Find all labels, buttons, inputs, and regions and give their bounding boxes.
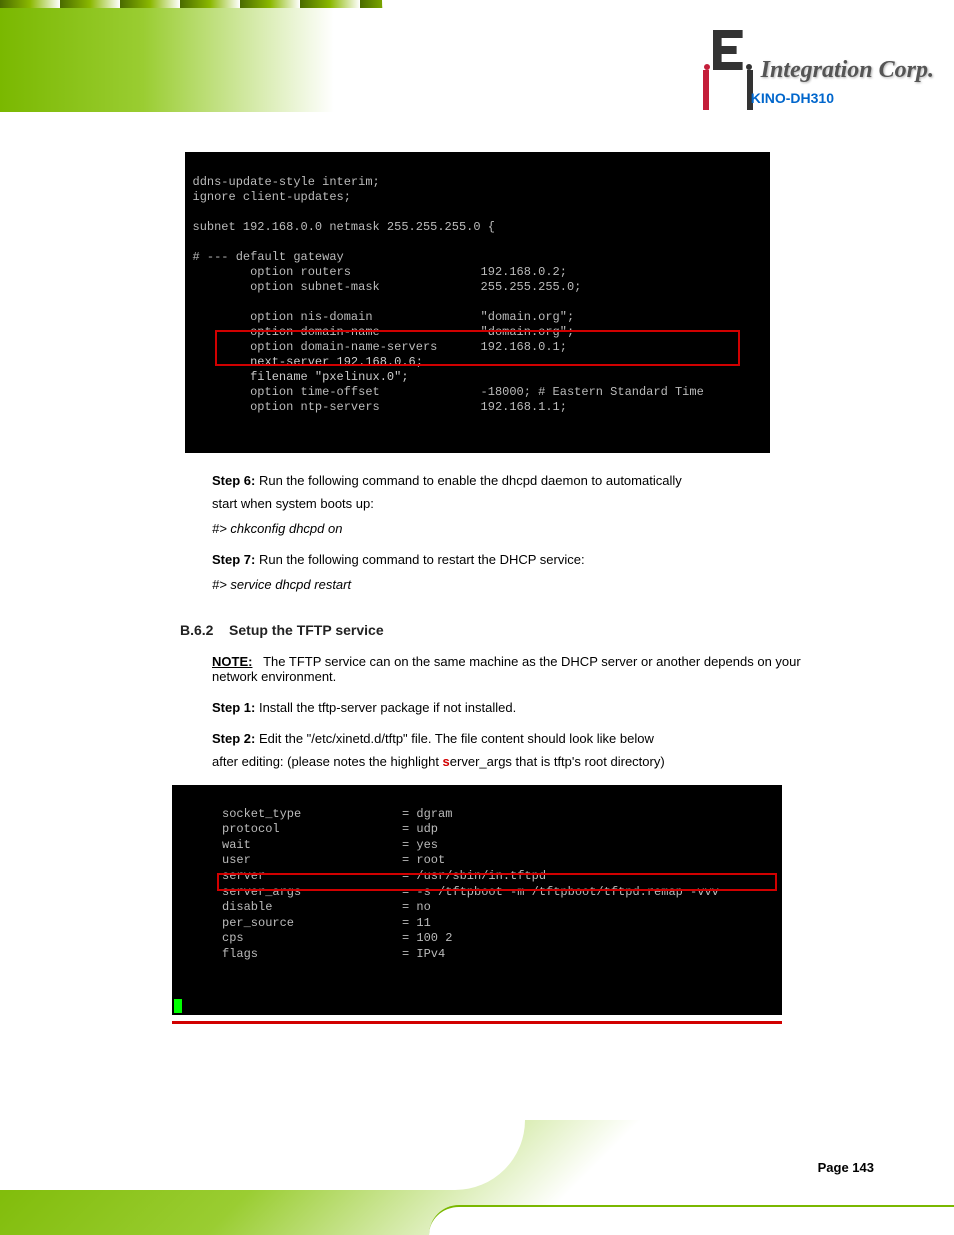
terminal-line: option routers 192.168.0.2; — [193, 265, 567, 279]
terminal-line: wait= yes — [222, 838, 438, 852]
document-title: KINO-DH310 — [751, 90, 834, 106]
terminal-line: option subnet-mask 255.255.255.0; — [193, 280, 582, 294]
note-body: The TFTP service can on the same machine… — [212, 654, 801, 684]
footer-curve-shape — [429, 1205, 954, 1235]
step-6-cmd: #> chkconfig dhcpd on — [212, 521, 894, 536]
highlight-box-icon — [215, 330, 740, 366]
tftp-step-2: Step 2: Edit the "/etc/xinetd.d/tftp" fi… — [212, 731, 894, 746]
terminal-line: disable= no — [222, 900, 431, 914]
terminal-line: # --- default gateway — [193, 250, 344, 264]
terminal-line: per_source= 11 — [222, 916, 431, 930]
red-underline-decoration — [172, 1021, 782, 1024]
tftp-step-1: Step 1: Install the tftp-server package … — [212, 700, 894, 715]
terminal-line: filename "pxelinux.0"; — [193, 370, 409, 384]
section-number: B.6.2 — [180, 622, 213, 638]
step-body-cont: after editing: (please notes the highlig… — [212, 754, 443, 769]
dhcp-config-terminal: ddns-update-style interim; ignore client… — [185, 152, 770, 453]
cursor-icon — [174, 999, 182, 1013]
terminal-line: option time-offset -18000; # Eastern Sta… — [193, 385, 704, 399]
red-letter: s — [443, 754, 450, 769]
page-number: Page 143 — [818, 1160, 874, 1175]
terminal-line: ignore client-updates; — [193, 190, 351, 204]
section-heading: B.6.2 Setup the TFTP service — [180, 622, 894, 638]
terminal-line: flags= IPv4 — [222, 947, 445, 961]
company-name: Integration Corp. — [761, 57, 934, 84]
section-title: Setup the TFTP service — [229, 622, 384, 638]
terminal-line: ddns-update-style interim; — [193, 175, 380, 189]
tftp-config-terminal: socket_type= dgram protocol= udp wait= y… — [172, 785, 782, 1015]
terminal-line: socket_type= dgram — [222, 807, 452, 821]
iei-logo-icon — [703, 30, 753, 110]
footer-banner — [0, 1120, 954, 1235]
step-label: Step 2: — [212, 731, 255, 746]
terminal-line: protocol= udp — [222, 822, 438, 836]
step-6: Step 6: Run the following command to ena… — [212, 473, 894, 488]
step-body-cont2: erver_args that is tftp's root directory… — [450, 754, 665, 769]
tftp-step-2-cont: after editing: (please notes the highlig… — [212, 754, 834, 769]
note-block: NOTE: The TFTP service can on the same m… — [212, 654, 834, 684]
step-body: Run the following command to restart the… — [259, 552, 585, 567]
step-label: Step 7: — [212, 552, 255, 567]
page-content: ddns-update-style interim; ignore client… — [0, 112, 954, 1024]
terminal-line: option ntp-servers 192.168.1.1; — [193, 400, 567, 414]
terminal-line: user= root — [222, 853, 445, 867]
note-label: NOTE: — [212, 654, 252, 669]
terminal-line: option nis-domain "domain.org"; — [193, 310, 575, 324]
step-body-cont: start when system boots up: — [212, 496, 374, 511]
terminal-line: cps= 100 2 — [222, 931, 452, 945]
terminal-line: subnet 192.168.0.0 netmask 255.255.255.0… — [193, 220, 495, 234]
step-body: Install the tftp-server package if not i… — [259, 700, 516, 715]
step-label: Step 1: — [212, 700, 255, 715]
step-body: Edit the "/etc/xinetd.d/tftp" file. The … — [259, 731, 654, 746]
highlight-box-icon — [217, 873, 777, 891]
footer-curve-shape — [0, 1120, 525, 1190]
step-7-cmd: #> service dhcpd restart — [212, 577, 894, 592]
step-6-cont: start when system boots up: — [212, 496, 894, 511]
step-7: Step 7: Run the following command to res… — [212, 552, 894, 567]
step-label: Step 6: — [212, 473, 255, 488]
step-body: Run the following command to enable the … — [259, 473, 682, 488]
